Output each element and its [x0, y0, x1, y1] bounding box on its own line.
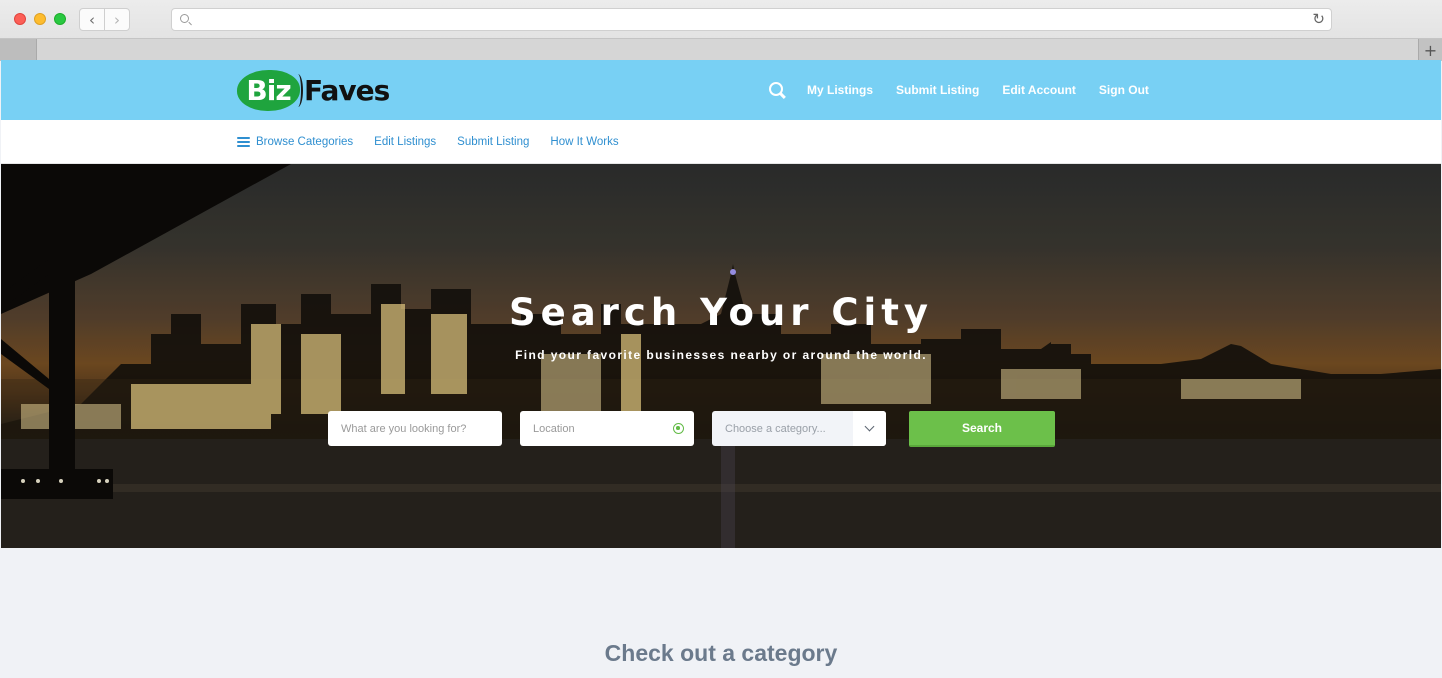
back-button[interactable]: ‹ — [79, 8, 105, 31]
hero-subtitle: Find your favorite businesses nearby or … — [515, 348, 927, 362]
reload-icon[interactable]: ↻ — [1312, 10, 1325, 28]
search-button[interactable]: Search — [909, 411, 1055, 447]
nav-edit-account[interactable]: Edit Account — [1002, 83, 1076, 97]
what-field[interactable] — [328, 411, 502, 446]
forward-button[interactable]: › — [104, 8, 130, 31]
hero-title: Search Your City — [508, 291, 934, 334]
chevron-left-icon: ‹ — [89, 10, 95, 29]
browser-chrome: ‹ › ↻ + — [0, 0, 1442, 61]
tab[interactable] — [0, 39, 37, 61]
site-header: Biz Faves My Listings Submit Listing Edi… — [1, 60, 1441, 120]
categories-section: Check out a category — [1, 548, 1441, 678]
location-input[interactable] — [533, 422, 673, 435]
nav-submit-listing[interactable]: Submit Listing — [896, 83, 979, 97]
chevron-down-icon — [864, 421, 875, 432]
logo[interactable]: Biz Faves — [237, 69, 390, 111]
close-window-button[interactable] — [14, 13, 26, 25]
maximize-window-button[interactable] — [54, 13, 66, 25]
sub-nav: Browse Categories Edit Listings Submit L… — [1, 120, 1441, 164]
section-title: Check out a category — [604, 640, 838, 666]
nav-sign-out[interactable]: Sign Out — [1099, 83, 1149, 97]
category-select[interactable]: Choose a category... — [712, 411, 886, 446]
what-input[interactable] — [341, 422, 481, 435]
search-icon — [180, 14, 189, 23]
geolocate-icon[interactable] — [673, 423, 684, 434]
category-dropdown-toggle[interactable] — [853, 411, 886, 446]
subnav-browse-categories[interactable]: Browse Categories — [256, 136, 353, 148]
hamburger-icon[interactable] — [237, 136, 250, 148]
hero-banner: Search Your City Find your favorite busi… — [1, 164, 1441, 548]
subnav-edit-listings[interactable]: Edit Listings — [374, 136, 436, 148]
chevron-right-icon: › — [114, 10, 120, 29]
plus-icon: + — [1423, 40, 1438, 60]
tab-strip: + — [0, 38, 1442, 61]
logo-faves: Faves — [304, 73, 390, 107]
subnav-submit-listing[interactable]: Submit Listing — [457, 136, 529, 148]
new-tab-button[interactable]: + — [1418, 39, 1442, 61]
address-bar[interactable]: ↻ — [171, 8, 1332, 31]
subnav-how-it-works[interactable]: How It Works — [550, 136, 618, 148]
search-icon[interactable] — [768, 81, 786, 99]
logo-biz: Biz — [237, 69, 303, 111]
location-field[interactable] — [520, 411, 694, 446]
category-selected-value: Choose a category... — [725, 422, 826, 435]
nav-my-listings[interactable]: My Listings — [807, 83, 873, 97]
top-nav: My Listings Submit Listing Edit Account … — [768, 60, 1172, 120]
minimize-window-button[interactable] — [34, 13, 46, 25]
